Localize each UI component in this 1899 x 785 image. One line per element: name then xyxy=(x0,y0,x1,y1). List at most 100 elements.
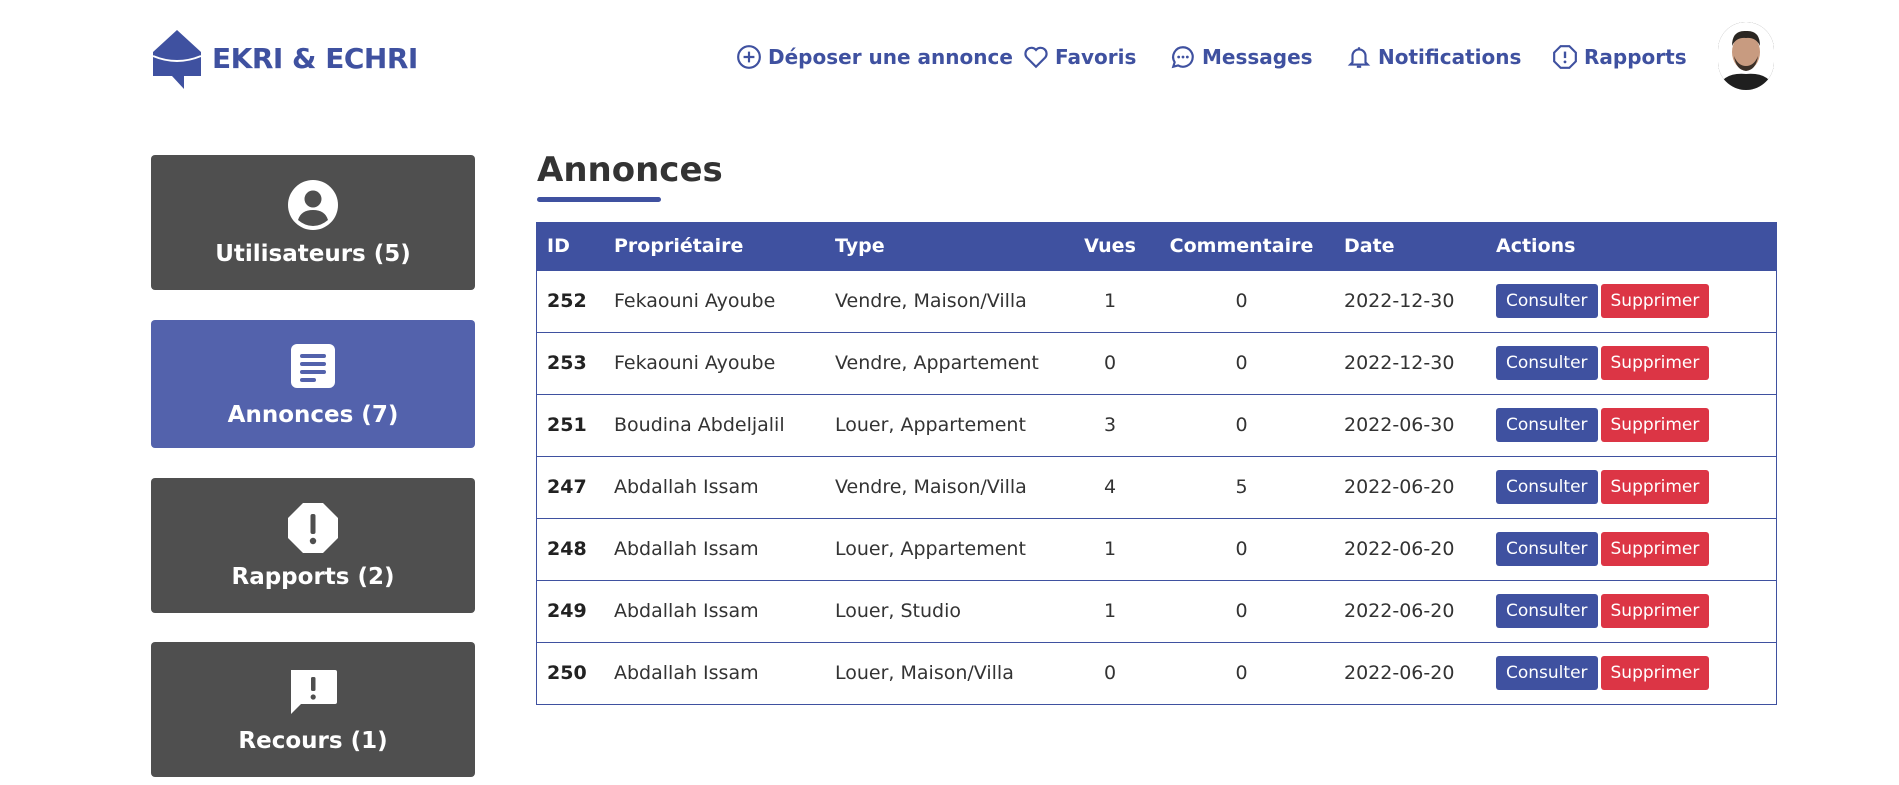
sidebar-item-annonces[interactable]: Annonces (7) xyxy=(151,320,475,448)
cell-owner: Abdallah Issam xyxy=(604,517,825,580)
cell-actions: Consulter Supprimer xyxy=(1486,455,1776,518)
exclamation-octagon-icon xyxy=(288,502,338,553)
cell-views: 4 xyxy=(1071,455,1149,518)
chat-dots-icon xyxy=(1171,46,1194,69)
cell-date: 2022-06-20 xyxy=(1334,641,1486,704)
avatar-photo xyxy=(1718,22,1774,90)
table-row: 247 Abdallah Issam Vendre, Maison/Villa … xyxy=(537,455,1776,518)
nav-notifications-label: Notifications xyxy=(1378,45,1522,69)
cell-comments: 0 xyxy=(1149,579,1334,642)
cell-views: 1 xyxy=(1071,269,1149,332)
nav-post-ad-label: Déposer une annonce xyxy=(768,45,1013,69)
consult-button[interactable]: Consulter xyxy=(1496,346,1598,380)
cell-date: 2022-12-30 xyxy=(1334,269,1486,332)
nav-notifications[interactable]: Notifications xyxy=(1346,44,1521,70)
cell-comments: 0 xyxy=(1149,393,1334,456)
cell-comments: 0 xyxy=(1149,517,1334,580)
cell-type: Louer, Appartement xyxy=(825,517,1071,580)
cell-actions: Consulter Supprimer xyxy=(1486,393,1776,456)
cell-id: 249 xyxy=(537,579,604,642)
table-row: 249 Abdallah Issam Louer, Studio 1 0 202… xyxy=(537,579,1776,642)
cell-views: 1 xyxy=(1071,517,1149,580)
col-type: Type xyxy=(835,235,885,258)
cell-views: 3 xyxy=(1071,393,1149,456)
bell-icon xyxy=(1347,47,1371,68)
table-row: 253 Fekaouni Ayoube Vendre, Appartement … xyxy=(537,331,1776,394)
heart-icon xyxy=(1024,46,1048,69)
document-icon xyxy=(291,344,335,388)
cell-owner: Abdallah Issam xyxy=(604,641,825,704)
exclamation-octagon-icon xyxy=(1553,45,1577,69)
cell-owner: Abdallah Issam xyxy=(604,455,825,518)
cell-actions: Consulter Supprimer xyxy=(1486,641,1776,704)
sidebar-item-label: Rapports (2) xyxy=(231,563,395,590)
sidebar-item-users[interactable]: Utilisateurs (5) xyxy=(151,155,475,290)
cell-views: 1 xyxy=(1071,579,1149,642)
sidebar-item-rapports[interactable]: Rapports (2) xyxy=(151,478,475,613)
cell-date: 2022-06-20 xyxy=(1334,579,1486,642)
col-owner: Propriétaire xyxy=(614,235,744,258)
cell-date: 2022-12-30 xyxy=(1334,331,1486,394)
cell-views: 0 xyxy=(1071,331,1149,394)
sidebar-item-recours[interactable]: Recours (1) xyxy=(151,642,475,777)
nav-reports-label: Rapports xyxy=(1584,45,1687,69)
title-underline xyxy=(537,197,661,202)
cell-type: Louer, Maison/Villa xyxy=(825,641,1071,704)
nav-reports[interactable]: Rapports xyxy=(1552,44,1687,70)
consult-button[interactable]: Consulter xyxy=(1496,532,1598,566)
cell-type: Vendre, Appartement xyxy=(825,331,1071,394)
delete-button[interactable]: Supprimer xyxy=(1600,346,1710,380)
col-comments: Commentaire xyxy=(1169,235,1314,258)
cell-owner: Fekaouni Ayoube xyxy=(604,269,825,332)
cell-actions: Consulter Supprimer xyxy=(1486,269,1776,332)
top-header: EKRI & ECHRI Déposer une annonce Favoris… xyxy=(0,0,1899,120)
user-avatar[interactable] xyxy=(1718,22,1774,90)
cell-type: Vendre, Maison/Villa xyxy=(825,455,1071,518)
page-title: Annonces xyxy=(537,150,723,190)
cell-type: Louer, Appartement xyxy=(825,393,1071,456)
cell-owner: Fekaouni Ayoube xyxy=(604,331,825,394)
delete-button[interactable]: Supprimer xyxy=(1600,656,1710,691)
nav-messages-label: Messages xyxy=(1202,45,1313,69)
delete-button[interactable]: Supprimer xyxy=(1600,594,1710,628)
brand-name: EKRI & ECHRI xyxy=(212,41,418,75)
house-logo-icon xyxy=(152,30,202,89)
delete-button[interactable]: Supprimer xyxy=(1600,284,1710,318)
cell-id: 253 xyxy=(537,331,604,394)
col-views: Vues xyxy=(1084,235,1136,258)
nav-favorites[interactable]: Favoris xyxy=(1023,44,1136,70)
consult-button[interactable]: Consulter xyxy=(1496,656,1598,691)
plus-circle-icon xyxy=(737,45,761,69)
consult-button[interactable]: Consulter xyxy=(1496,284,1598,318)
user-circle-icon xyxy=(288,179,338,230)
cell-comments: 0 xyxy=(1149,269,1334,332)
consult-button[interactable]: Consulter xyxy=(1496,470,1598,504)
delete-button[interactable]: Supprimer xyxy=(1600,408,1710,442)
consult-button[interactable]: Consulter xyxy=(1496,594,1598,628)
sidebar-item-label: Utilisateurs (5) xyxy=(215,240,411,267)
cell-actions: Consulter Supprimer xyxy=(1486,331,1776,394)
cell-date: 2022-06-20 xyxy=(1334,517,1486,580)
brand-logo[interactable]: EKRI & ECHRI xyxy=(150,26,418,90)
cell-comments: 0 xyxy=(1149,331,1334,394)
cell-type: Louer, Studio xyxy=(825,579,1071,642)
consult-button[interactable]: Consulter xyxy=(1496,408,1598,442)
table-header-row: ID Propriétaire Type Vues Commentaire Da… xyxy=(537,223,1776,270)
table-row: 250 Abdallah Issam Louer, Maison/Villa 0… xyxy=(537,641,1776,704)
nav-favorites-label: Favoris xyxy=(1055,45,1137,69)
table-row: 251 Boudina Abdeljalil Louer, Appartemen… xyxy=(537,393,1776,456)
nav-post-ad[interactable]: Déposer une annonce xyxy=(736,44,1013,70)
cell-id: 248 xyxy=(537,517,604,580)
col-actions: Actions xyxy=(1496,235,1576,258)
chat-alert-icon xyxy=(291,669,337,714)
cell-id: 251 xyxy=(537,393,604,456)
cell-actions: Consulter Supprimer xyxy=(1486,579,1776,642)
delete-button[interactable]: Supprimer xyxy=(1600,470,1710,504)
sidebar-item-label: Annonces (7) xyxy=(227,402,399,428)
delete-button[interactable]: Supprimer xyxy=(1600,532,1710,566)
sidebar-item-label: Recours (1) xyxy=(238,727,388,754)
cell-comments: 5 xyxy=(1149,455,1334,518)
nav-messages[interactable]: Messages xyxy=(1170,44,1313,70)
col-date: Date xyxy=(1344,235,1395,258)
cell-date: 2022-06-30 xyxy=(1334,393,1486,456)
